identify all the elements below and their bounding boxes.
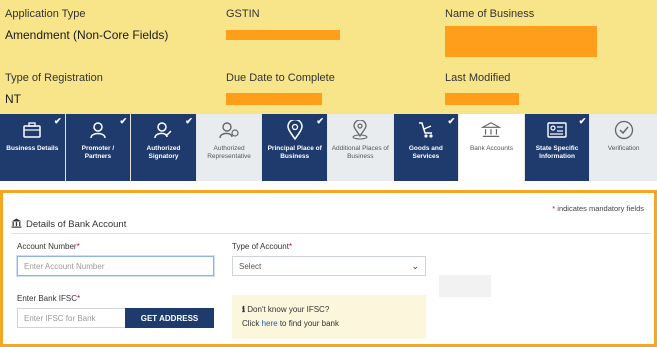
due-date-cell: Due Date to Complete — [226, 72, 335, 105]
bank-icon — [11, 218, 22, 231]
registration-type-value: NT — [5, 92, 21, 106]
tab-goods-and-services[interactable]: ✔ Goods and Services — [393, 114, 459, 181]
tab-authorized-representative[interactable]: Authorized Representative — [196, 114, 262, 181]
due-date-value-redacted — [226, 93, 322, 105]
application-type-value: Amendment (Non-Core Fields) — [5, 28, 169, 42]
section-title: Details of Bank Account — [11, 218, 126, 231]
tab-verification[interactable]: Verification — [590, 114, 657, 181]
type-of-account-label: Type of Account* — [232, 242, 292, 251]
application-info-panel: Application Type Amendment (Non-Core Fie… — [0, 0, 657, 114]
completed-check-icon: ✔ — [447, 116, 456, 126]
application-type-label: Application Type — [5, 8, 86, 20]
completed-check-icon: ✔ — [578, 116, 587, 126]
account-number-input[interactable] — [17, 256, 214, 276]
tab-state-specific-information[interactable]: ✔ State Specific Information — [524, 114, 590, 181]
background-placeholder — [439, 275, 491, 297]
mandatory-star-icon: * — [76, 242, 80, 251]
mandatory-star-icon: * — [288, 242, 293, 251]
find-bank-link[interactable]: here — [262, 319, 278, 328]
tab-label: State Specific Information — [535, 145, 579, 161]
account-number-label: Account Number* — [17, 242, 80, 251]
registration-steps-tabs: ✔ Business Details ✔ Promoter / Partners… — [0, 114, 657, 181]
tab-label: Goods and Services — [408, 145, 443, 161]
signatory-icon — [153, 120, 173, 140]
location-pin-icon — [285, 120, 305, 140]
tab-label: Principal Place of Business — [267, 145, 322, 161]
business-name-value-redacted — [445, 26, 597, 57]
registration-type-label: Type of Registration — [5, 72, 103, 84]
account-number-label-text: Account Number — [17, 242, 77, 251]
registration-type-cell: Type of Registration NT — [5, 72, 103, 106]
tab-label: Business Details — [6, 145, 59, 152]
representative-icon — [219, 120, 239, 140]
gstin-value-redacted — [226, 30, 340, 40]
last-modified-label: Last Modified — [445, 72, 511, 84]
tab-label: Promoter / Partners — [81, 145, 115, 161]
tab-label: Verification — [607, 145, 640, 152]
tab-label: Authorized Signatory — [146, 145, 181, 161]
section-title-text: Details of Bank Account — [26, 219, 127, 230]
tab-bank-accounts[interactable]: Bank Accounts — [459, 114, 524, 181]
mandatory-star-icon: * — [552, 204, 556, 213]
bank-icon — [481, 120, 502, 140]
tab-business-details[interactable]: ✔ Business Details — [0, 114, 65, 181]
briefcase-icon — [22, 120, 42, 140]
bank-ifsc-label: Enter Bank IFSC* — [17, 294, 80, 303]
business-name-label: Name of Business — [445, 8, 535, 20]
additional-location-icon — [350, 120, 370, 140]
application-type-cell: Application Type Amendment (Non-Core Fie… — [5, 8, 168, 42]
chevron-down-icon: ⌄ — [411, 260, 419, 271]
last-modified-cell: Last Modified — [445, 72, 519, 105]
goods-services-icon — [416, 120, 436, 140]
id-card-icon — [547, 120, 567, 140]
mandatory-note: * indicates mandatory fields — [552, 204, 644, 213]
ifsc-help-question: ℹ Don't know your IFSC? — [242, 303, 416, 317]
tab-additional-places-of-business[interactable]: Additional Places of Business — [327, 114, 393, 181]
gstin-label: GSTIN — [226, 8, 260, 20]
ifsc-question-text: Don't know your IFSC? — [247, 305, 330, 314]
ifsc-help-prefix: Click — [242, 318, 260, 328]
last-modified-value-redacted — [445, 93, 519, 105]
type-of-account-selected: Select — [239, 261, 262, 271]
bank-ifsc-label-text: Enter Bank IFSC — [17, 294, 78, 303]
tab-label: Bank Accounts — [469, 145, 513, 152]
ifsc-help-line: Click here to find your bank — [242, 317, 416, 331]
due-date-label: Due Date to Complete — [226, 72, 335, 84]
mandatory-note-text: indicates mandatory fields — [557, 204, 644, 213]
mandatory-star-icon: * — [77, 294, 81, 303]
verification-check-icon — [614, 120, 634, 140]
ifsc-help-box: ℹ Don't know your IFSC? Click here to fi… — [232, 295, 426, 339]
gstin-cell: GSTIN — [226, 8, 340, 40]
completed-check-icon: ✔ — [316, 116, 324, 126]
tab-promoter-partners[interactable]: ✔ Promoter / Partners — [65, 114, 131, 181]
bank-ifsc-input[interactable] — [17, 308, 127, 328]
completed-check-icon: ✔ — [54, 116, 62, 126]
tab-label: Additional Places of Business — [331, 145, 389, 161]
bank-account-form: * indicates mandatory fields Details of … — [0, 190, 657, 347]
tab-authorized-signatory[interactable]: ✔ Authorized Signatory — [131, 114, 196, 181]
ifsc-help-suffix: to find your bank — [279, 318, 339, 328]
person-icon — [88, 120, 108, 140]
type-of-account-label-text: Type of Account — [232, 242, 289, 251]
completed-check-icon: ✔ — [185, 116, 193, 126]
get-address-button[interactable]: GET ADDRESS — [125, 308, 214, 328]
business-name-cell: Name of Business — [445, 8, 597, 57]
tab-principal-place-of-business[interactable]: ✔ Principal Place of Business — [262, 114, 327, 181]
section-divider — [11, 233, 651, 234]
type-of-account-select[interactable]: Select ⌄ — [232, 256, 426, 276]
completed-check-icon: ✔ — [119, 116, 128, 126]
tab-label: Authorized Representative — [207, 145, 251, 161]
info-icon: ℹ — [242, 305, 246, 314]
